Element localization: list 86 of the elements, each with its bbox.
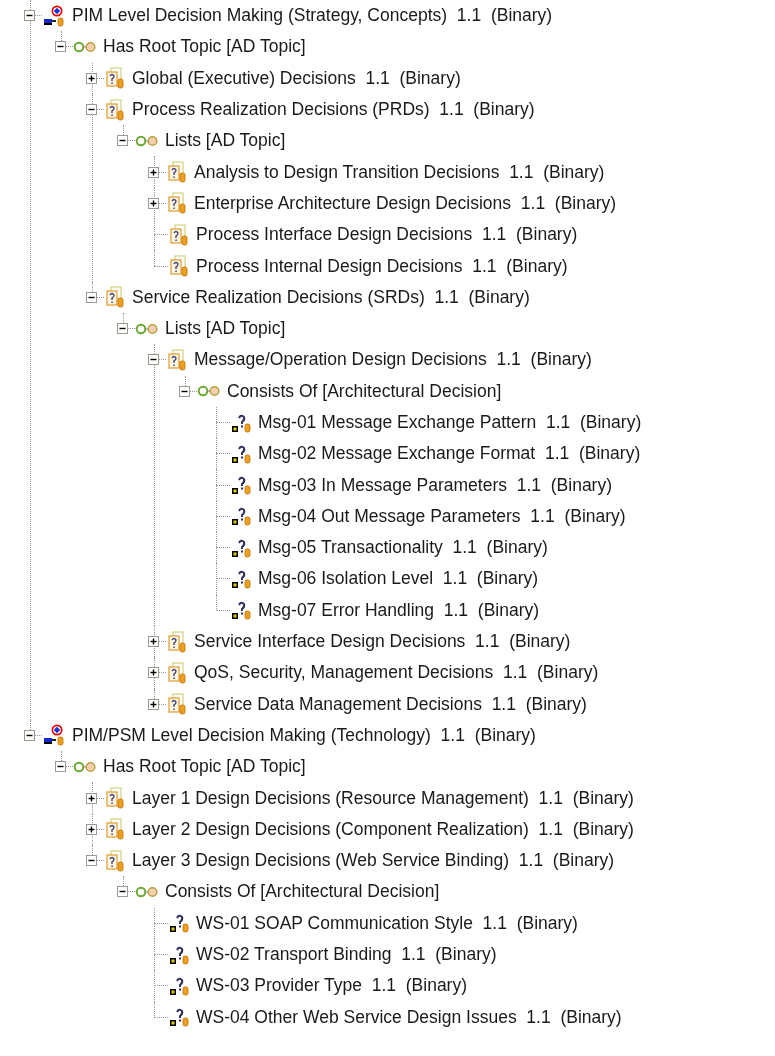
collapse-toggle[interactable] — [24, 729, 35, 741]
expand-toggle[interactable] — [148, 698, 159, 710]
tree-item[interactable]: Layer 3 Design Decisions (Web Service Binding) 1.1 (Binary) — [132, 850, 615, 872]
decision-icon — [230, 506, 252, 527]
relation-icon — [73, 760, 97, 773]
topic-icon — [168, 223, 190, 246]
tree-item[interactable]: Lists [AD Topic] — [165, 130, 286, 152]
tree-item[interactable]: PIM Level Decision Making (Strategy, Concepts) 1.1 (Binary) — [72, 5, 553, 27]
tree-item[interactable]: Msg-06 Isolation Level 1.1 (Binary) — [258, 568, 539, 590]
tree-item[interactable]: Msg-05 Transactionality 1.1 (Binary) — [258, 537, 548, 559]
collapse-toggle[interactable] — [86, 855, 97, 867]
collapse-toggle[interactable] — [117, 323, 128, 335]
topic-icon — [104, 787, 126, 810]
tree-item[interactable]: Lists [AD Topic] — [165, 318, 286, 340]
tree-item[interactable]: Msg-01 Message Exchange Pattern 1.1 (Binary) — [258, 412, 642, 433]
relation-icon — [197, 385, 221, 398]
decision-icon — [230, 412, 252, 433]
collapse-toggle[interactable] — [86, 291, 97, 303]
tree-item[interactable]: Global (Executive) Decisions 1.1 (Binary) — [132, 67, 461, 89]
topic-icon — [166, 630, 188, 653]
topic-icon — [104, 286, 126, 309]
decision-icon — [230, 475, 252, 496]
decision-icon — [168, 913, 190, 934]
tree-item[interactable]: Consists Of [Architectural Decision] — [165, 881, 440, 903]
expand-toggle[interactable] — [148, 667, 159, 679]
tree-item[interactable]: Msg-02 Message Exchange Format 1.1 (Binary) — [258, 443, 641, 465]
decision-icon — [168, 1007, 190, 1028]
tree-item[interactable]: QoS, Security, Management Decisions 1.1 (Binary) — [194, 662, 599, 684]
tree-item[interactable]: Service Realization Decisions (SRDs) 1.1 (Binary) — [132, 286, 530, 308]
expand-toggle[interactable] — [148, 166, 159, 178]
topic-icon — [168, 255, 190, 277]
topic-icon — [104, 98, 126, 121]
tree-item[interactable]: Message/Operation Design Decisions 1.1 (Binary) — [194, 349, 592, 371]
tree-item[interactable]: Msg-03 In Message Parameters 1.1 (Binary) — [258, 474, 613, 496]
tree-item[interactable]: WS-01 SOAP Communication Style 1.1 (Binary) — [196, 912, 578, 934]
expand-toggle[interactable] — [148, 636, 159, 648]
tree-item[interactable]: Enterprise Architecture Design Decisions 1.1 (Binary) — [194, 192, 617, 214]
topic-icon — [166, 348, 188, 371]
collapse-toggle[interactable] — [117, 135, 128, 147]
topic-icon — [104, 849, 126, 872]
relation-icon — [135, 885, 159, 898]
topic-icon — [104, 818, 126, 841]
tree-item[interactable]: Process Realization Decisions (PRDs) 1.1 (Binary) — [132, 99, 535, 121]
expand-toggle[interactable] — [86, 72, 97, 84]
collapse-toggle[interactable] — [24, 10, 35, 22]
tree-item[interactable]: Service Interface Design Decisions 1.1 (Binary) — [194, 631, 571, 653]
decision-icon — [230, 537, 252, 558]
relation-icon — [135, 134, 159, 147]
relation-icon — [73, 40, 97, 53]
model-icon — [42, 724, 66, 747]
decision-icon — [230, 600, 252, 621]
collapse-toggle[interactable] — [86, 104, 97, 116]
collapse-toggle[interactable] — [148, 354, 159, 366]
tree-item[interactable]: Process Internal Design Decisions 1.1 (Binary) — [196, 255, 568, 277]
collapse-toggle[interactable] — [55, 761, 66, 773]
tree-item[interactable]: Has Root Topic [AD Topic] — [103, 756, 306, 778]
decision-icon — [168, 944, 190, 965]
tree-item[interactable]: WS-03 Provider Type 1.1 (Binary) — [196, 975, 468, 997]
tree-item[interactable]: Analysis to Design Transition Decisions 1.1 (Binary) — [194, 161, 605, 183]
tree-item[interactable]: Layer 2 Design Decisions (Component Realization) 1.1 (Binary) — [132, 818, 634, 840]
tree-item[interactable]: Msg-04 Out Message Parameters 1.1 (Binary) — [258, 505, 626, 527]
decision-icon — [168, 975, 190, 996]
tree-item[interactable]: Service Data Management Decisions 1.1 (Binary) — [194, 693, 587, 715]
collapse-toggle[interactable] — [179, 385, 190, 397]
tree-item[interactable]: Msg-07 Error Handling 1.1 (Binary) — [258, 599, 540, 621]
tree-item[interactable]: Has Root Topic [AD Topic] — [103, 36, 306, 58]
tree-item[interactable]: Consists Of [Architectural Decision] — [227, 380, 502, 402]
topic-icon — [166, 192, 188, 215]
tree-item[interactable]: WS-02 Transport Binding 1.1 (Binary) — [196, 944, 497, 966]
expand-toggle[interactable] — [86, 792, 97, 804]
collapse-toggle[interactable] — [117, 886, 128, 898]
tree-item[interactable]: Layer 1 Design Decisions (Resource Management) 1.1 (Binary) — [132, 787, 634, 809]
topic-icon — [104, 67, 126, 90]
topic-icon — [166, 693, 188, 716]
topic-icon — [166, 661, 188, 684]
expand-toggle[interactable] — [86, 823, 97, 835]
decision-icon — [230, 443, 252, 464]
expand-toggle[interactable] — [148, 197, 159, 209]
tree-item[interactable]: WS-04 Other Web Service Design Issues 1.1 (Binary) — [196, 1006, 622, 1028]
relation-icon — [135, 322, 159, 335]
tree-item[interactable]: Process Interface Design Decisions 1.1 (Binary) — [196, 224, 578, 246]
topic-icon — [166, 161, 188, 184]
tree-item[interactable]: PIM/PSM Level Decision Making (Technology) 1.1 (Binary) — [72, 724, 536, 746]
model-icon — [42, 4, 66, 27]
decision-icon — [230, 569, 252, 589]
collapse-toggle[interactable] — [55, 41, 66, 53]
